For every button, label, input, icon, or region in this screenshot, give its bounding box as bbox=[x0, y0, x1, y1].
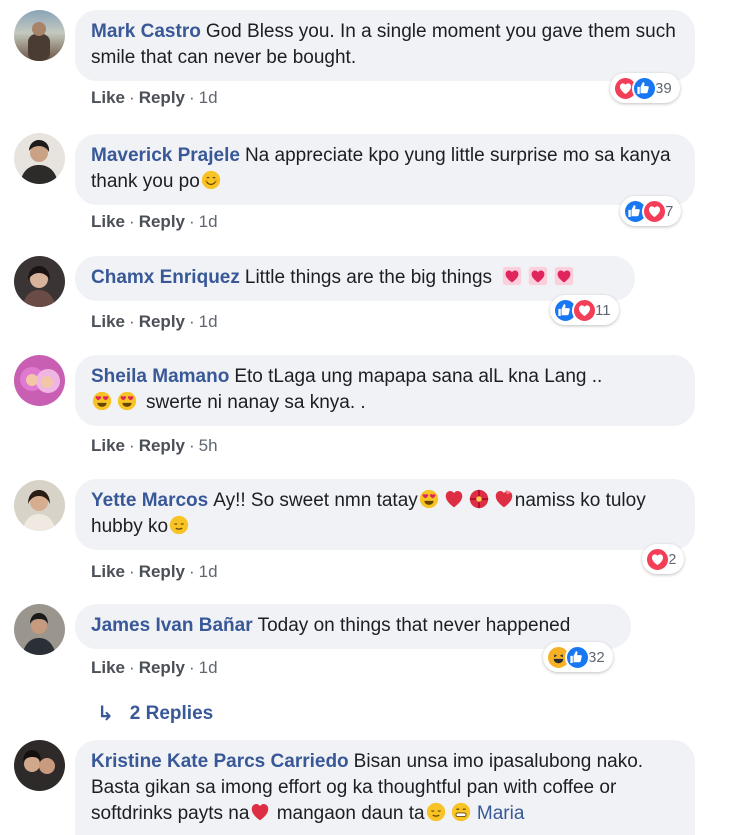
reply-button[interactable]: Reply bbox=[139, 658, 185, 677]
reaction-count: 39 bbox=[655, 79, 672, 97]
comment-bubble: James Ivan Bañar Today on things that nev… bbox=[75, 604, 631, 649]
comment-timestamp[interactable]: 1d bbox=[199, 312, 218, 331]
comment-bubble: Kristine Kate Parcs Carriedo Bisan unsa i… bbox=[75, 740, 695, 835]
comment-actions: Like · Reply · 1d bbox=[91, 562, 218, 581]
love-reaction-icon bbox=[642, 198, 667, 224]
like-button[interactable]: Like bbox=[91, 658, 125, 677]
comment-text: mangaon daun ta bbox=[276, 803, 425, 824]
comment-text: Today on things that never happened bbox=[257, 615, 571, 636]
avatar[interactable] bbox=[14, 480, 65, 531]
love-reaction-icon bbox=[572, 297, 597, 323]
reactions-summary[interactable]: 2 bbox=[642, 544, 685, 574]
reaction-count: 11 bbox=[595, 301, 611, 319]
comment-text: Ay!! So sweet nmn tatay bbox=[213, 490, 418, 511]
mention-link[interactable]: Maria bbox=[477, 803, 525, 824]
comment-timestamp[interactable]: 1d bbox=[199, 212, 218, 231]
comment-actions: Like · Reply · 5h bbox=[91, 436, 218, 455]
heart-eyes-emoji-icon bbox=[419, 489, 438, 509]
comment-bubble: Yette Marcos Ay!! So sweet nmn tatay namis… bbox=[75, 479, 695, 550]
comment-author[interactable]: Sheila Mamano bbox=[91, 366, 229, 387]
comment-author[interactable]: James Ivan Bañar bbox=[91, 615, 253, 636]
reactions-summary[interactable]: 32 bbox=[543, 642, 613, 672]
hibiscus-emoji-icon bbox=[468, 489, 489, 509]
smile-emoji-icon bbox=[201, 170, 221, 190]
comment-author[interactable]: Mark Castro bbox=[91, 21, 201, 42]
comment-timestamp[interactable]: 5h bbox=[199, 436, 218, 455]
relieved-emoji-icon bbox=[425, 802, 446, 822]
like-button[interactable]: Like bbox=[91, 88, 125, 107]
reply-button[interactable]: Reply bbox=[139, 212, 185, 231]
comment-text: Little things are the big things bbox=[244, 267, 493, 288]
grin-emoji-icon bbox=[450, 802, 471, 822]
comment-author[interactable]: Chamx Enriquez bbox=[91, 267, 240, 288]
red-heart-emoji-icon bbox=[445, 491, 463, 508]
like-button[interactable]: Like bbox=[91, 212, 125, 231]
heart-ribbon-emoji-icon bbox=[495, 489, 513, 508]
heart-decoration-emoji-icon bbox=[555, 266, 574, 286]
like-button[interactable]: Like bbox=[91, 436, 125, 455]
relieved-emoji-icon bbox=[169, 515, 189, 535]
comment-bubble: Chamx Enriquez Little things are the big … bbox=[75, 256, 635, 301]
heart-eyes-emoji-icon bbox=[117, 391, 137, 411]
comment-bubble: Mark Castro God Bless you. In a single mo… bbox=[75, 10, 695, 81]
comment-timestamp[interactable]: 1d bbox=[199, 88, 218, 107]
love-reaction-icon bbox=[645, 546, 670, 572]
heart-eyes-emoji-icon bbox=[92, 391, 112, 411]
comment-actions: Like · Reply · 1d bbox=[91, 658, 218, 677]
avatar[interactable] bbox=[14, 355, 65, 406]
heart-decoration-emoji-icon bbox=[503, 266, 522, 286]
red-heart-emoji-icon bbox=[252, 804, 269, 821]
comment-bubble: Sheila Mamano Eto tLaga ung mapapa sana a… bbox=[75, 355, 695, 426]
reactions-summary[interactable]: 7 bbox=[620, 196, 682, 226]
heart-decoration-emoji-icon bbox=[529, 266, 548, 286]
comment-author[interactable]: Kristine Kate Parcs Carriedo bbox=[91, 751, 349, 772]
reaction-count: 32 bbox=[588, 648, 605, 666]
comment-timestamp[interactable]: 1d bbox=[199, 658, 218, 677]
reply-button[interactable]: Reply bbox=[139, 312, 185, 331]
comment-actions: Like · Reply · 1d bbox=[91, 312, 218, 331]
reactions-summary[interactable]: 39 bbox=[610, 73, 680, 103]
reply-arrow-icon: ↳ bbox=[97, 703, 114, 725]
comment-author[interactable]: Yette Marcos bbox=[91, 490, 208, 511]
reply-button[interactable]: Reply bbox=[139, 562, 185, 581]
comment-actions: Like · Reply · 1d bbox=[91, 212, 218, 231]
reply-button[interactable]: Reply bbox=[139, 88, 185, 107]
comment-bubble: Maverick Prajele Na appreciate kpo yung l… bbox=[75, 134, 695, 205]
replies-count-label: 2 Replies bbox=[129, 702, 214, 724]
like-button[interactable]: Like bbox=[91, 562, 125, 581]
like-reaction-icon bbox=[565, 644, 590, 670]
comment-text: swerte ni nanay sa knya. . bbox=[146, 392, 366, 413]
like-button[interactable]: Like bbox=[91, 312, 125, 331]
avatar[interactable] bbox=[14, 604, 65, 655]
avatar[interactable] bbox=[14, 10, 65, 61]
comment-timestamp[interactable]: 1d bbox=[199, 562, 218, 581]
avatar[interactable] bbox=[14, 740, 65, 791]
comment-author[interactable]: Maverick Prajele bbox=[91, 145, 240, 166]
reactions-summary[interactable]: 11 bbox=[550, 295, 619, 325]
comment-text: Eto tLaga ung mapapa sana alL kna Lang .… bbox=[234, 366, 603, 387]
comment-actions: Like · Reply · 1d bbox=[91, 88, 218, 107]
view-replies-link[interactable]: ↳ 2 Replies bbox=[97, 701, 213, 726]
like-reaction-icon bbox=[632, 75, 657, 101]
avatar[interactable] bbox=[14, 256, 65, 307]
reply-button[interactable]: Reply bbox=[139, 436, 185, 455]
avatar[interactable] bbox=[14, 133, 65, 184]
